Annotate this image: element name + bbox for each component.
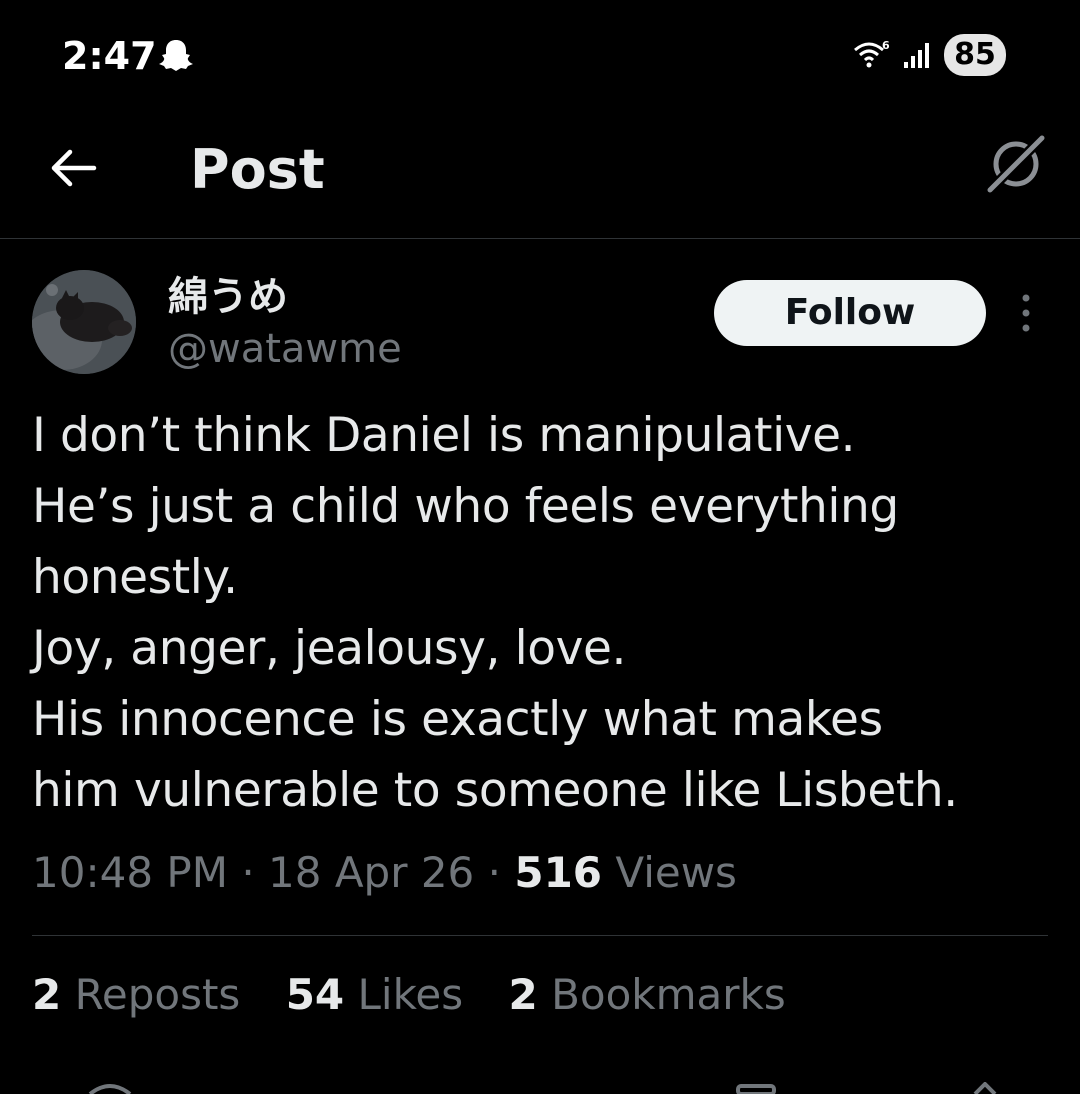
divider — [32, 935, 1048, 936]
post-line: His innocence is exactly what makes — [32, 692, 883, 747]
follow-button[interactable]: Follow — [714, 280, 986, 346]
svg-text:6: 6 — [882, 39, 890, 52]
likes-stat[interactable]: 54 Likes — [286, 970, 463, 1019]
back-arrow-icon[interactable] — [46, 140, 102, 196]
post-text: I don’t think Daniel is manipulative. He… — [32, 400, 1048, 826]
page-title: Post — [190, 138, 325, 201]
avatar[interactable] — [32, 270, 136, 374]
action-bar-icons-cropped — [88, 1082, 997, 1094]
signal-icon — [904, 43, 929, 68]
status-time: 2:47 — [62, 34, 157, 78]
avatar-image — [32, 270, 136, 374]
grok-icon[interactable] — [982, 130, 1050, 198]
post-line: He’s just a child who feels everything — [32, 479, 899, 534]
engagement-stats: 2 Reposts 54 Likes 2 Bookmarks — [32, 970, 818, 1019]
likes-label: Likes — [357, 970, 464, 1019]
meta-separator: · — [487, 848, 501, 897]
author-handle[interactable]: @watawme — [168, 326, 402, 372]
snapchat-icon — [159, 40, 193, 71]
bookmarks-stat[interactable]: 2 Bookmarks — [508, 970, 785, 1019]
wifi-icon: 6 — [854, 39, 890, 68]
reposts-count: 2 — [32, 970, 62, 1019]
bookmarks-count: 2 — [508, 970, 538, 1019]
views-count[interactable]: 516 — [514, 848, 602, 897]
post-meta: 10:48 PM · 18 Apr 26 · 516 Views — [32, 848, 737, 897]
battery-indicator: 85 — [944, 34, 1006, 76]
more-options-icon[interactable] — [1012, 292, 1040, 334]
meta-separator: · — [241, 848, 255, 897]
post-line: him vulnerable to someone like Lisbeth. — [32, 763, 958, 818]
post-time: 10:48 PM — [32, 848, 228, 897]
reposts-stat[interactable]: 2 Reposts — [32, 970, 240, 1019]
post-line: honestly. — [32, 550, 238, 605]
post-line: Joy, anger, jealousy, love. — [32, 621, 627, 676]
likes-count: 54 — [285, 970, 345, 1019]
top-bar: Post — [0, 110, 1080, 239]
bookmarks-label: Bookmarks — [551, 970, 786, 1019]
views-label[interactable]: Views — [615, 848, 737, 897]
reposts-label: Reposts — [74, 970, 241, 1019]
status-bar: 2:47 6 85 — [0, 0, 1080, 110]
post-line: I don’t think Daniel is manipulative. — [32, 408, 856, 463]
post-date: 18 Apr 26 — [268, 848, 475, 897]
author-display-name[interactable]: 綿うめ — [168, 264, 288, 322]
